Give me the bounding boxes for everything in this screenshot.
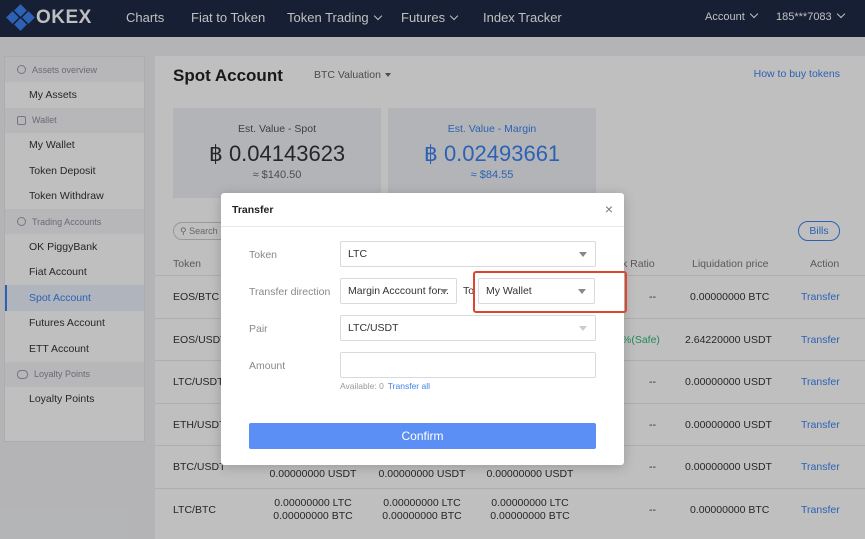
amount-input[interactable] (340, 352, 596, 378)
token-select[interactable]: LTC (340, 241, 596, 267)
token-select-value: LTC (348, 248, 368, 260)
chevron-down-icon (579, 252, 587, 257)
from-account-select[interactable]: Margin Acccount for... (340, 278, 457, 304)
transfer-modal: Transfer × Token LTC Transfer direction … (221, 193, 627, 465)
available-text: Available: 0 Transfer all (340, 381, 430, 391)
pair-select-value: LTC/USDT (348, 322, 399, 334)
pair-select[interactable]: LTC/USDT (340, 315, 596, 341)
highlight-box (473, 271, 627, 313)
available-label: Available: 0 (340, 381, 384, 391)
amount-label: Amount (249, 360, 286, 372)
direction-label: Transfer direction (249, 286, 331, 298)
token-label: Token (249, 249, 278, 261)
from-account-value: Margin Acccount for... (348, 285, 449, 297)
confirm-button[interactable]: Confirm (249, 423, 596, 449)
modal-header: Transfer × (221, 193, 624, 227)
transfer-all-link[interactable]: Transfer all (388, 381, 430, 391)
chevron-down-icon (579, 326, 587, 331)
pair-label: Pair (249, 323, 268, 335)
modal-title: Transfer (232, 204, 274, 216)
chevron-down-icon (440, 289, 448, 294)
close-icon[interactable]: × (605, 201, 613, 217)
